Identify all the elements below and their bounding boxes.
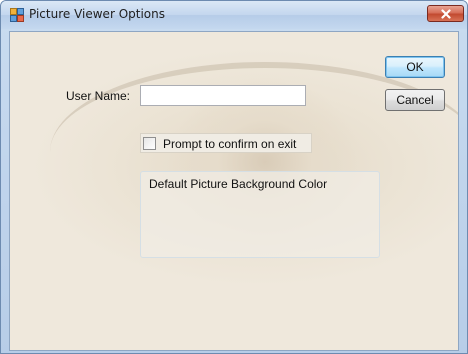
dialog-body: User Name: OK Cancel Prompt to confirm o… — [9, 31, 459, 351]
close-button[interactable] — [427, 5, 464, 22]
title-bar[interactable]: Picture Viewer Options — [1, 1, 467, 29]
prompt-confirm-checkbox[interactable] — [143, 137, 156, 150]
ok-button[interactable]: OK — [385, 56, 445, 78]
user-name-label: User Name: — [66, 89, 131, 103]
prompt-checkbox-row[interactable]: Prompt to confirm on exit — [140, 133, 312, 153]
window-title: Picture Viewer Options — [29, 7, 165, 21]
user-name-input[interactable] — [140, 85, 306, 106]
app-window-icon — [10, 8, 24, 22]
prompt-confirm-label[interactable]: Prompt to confirm on exit — [163, 137, 296, 151]
picture-viewer-options-dialog: Picture Viewer Options User Name: OK Can… — [0, 0, 468, 354]
groupbox-title: Default Picture Background Color — [149, 177, 328, 191]
close-icon — [441, 9, 451, 19]
cancel-button[interactable]: Cancel — [385, 89, 445, 111]
